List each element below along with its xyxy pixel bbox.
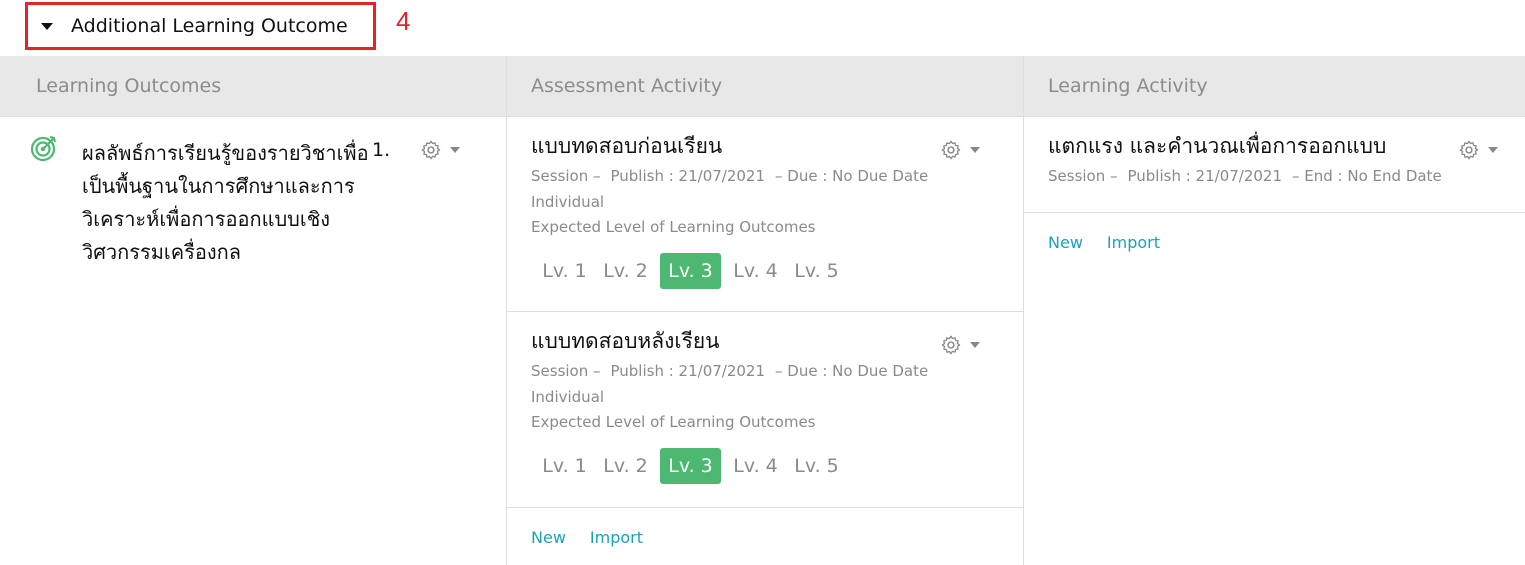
level-1-button[interactable]: Lv. 1 <box>538 448 591 484</box>
end-date: – End : No End Date <box>1292 167 1442 185</box>
import-learning-activity-link[interactable]: Import <box>1107 233 1160 252</box>
assessment-title: แบบทดสอบหลังเรียน <box>531 329 720 353</box>
chevron-down-icon <box>970 147 980 153</box>
publish-date: Publish : 21/07/2021 <box>1127 167 1283 185</box>
level-selector: Lv. 1 Lv. 2 Lv. 3 Lv. 4 Lv. 5 <box>538 252 999 295</box>
session-text: Session – <box>1048 167 1118 185</box>
learning-outcome-settings-button[interactable] <box>420 139 460 161</box>
learning-activity-column: Learning Activity แตกแรง และคำนวณเพื่อกา… <box>1024 56 1525 565</box>
publish-date: Publish : 21/07/2021 <box>610 167 766 185</box>
chevron-down-icon <box>1488 147 1498 153</box>
learning-outcome-text: ผลลัพธ์การเรียนรู้ของรายวิชาเพื่อเป็นพื้… <box>82 141 369 264</box>
assessment-meta: Session – Publish : 21/07/2021 – Due : N… <box>531 359 999 436</box>
chevron-down-icon <box>450 147 460 153</box>
assessment-actions: New Import <box>507 508 1023 547</box>
assessment-settings-button[interactable] <box>940 334 980 356</box>
level-4-button[interactable]: Lv. 4 <box>729 448 782 484</box>
level-3-button[interactable]: Lv. 3 <box>660 252 721 289</box>
session-text: Session – <box>531 167 601 185</box>
learning-activity-settings-button[interactable] <box>1458 139 1498 161</box>
gear-icon <box>941 335 961 355</box>
level-2-button[interactable]: Lv. 2 <box>599 448 652 484</box>
learning-activity-header: Learning Activity <box>1024 56 1525 117</box>
assessment-type: Individual <box>531 192 605 211</box>
expected-level-label: Expected Level of Learning Outcomes <box>531 413 816 431</box>
learning-outcomes-header: Learning Outcomes <box>0 56 506 117</box>
publish-date: Publish : 21/07/2021 <box>610 362 766 380</box>
assessment-activity-column: Assessment Activity แบบทดสอบก่อนเรียน Se… <box>507 56 1024 565</box>
gear-icon <box>1459 140 1479 160</box>
assessment-settings-button[interactable] <box>940 139 980 161</box>
due-date: – Due : No Due Date <box>775 362 929 380</box>
assessment-title: แบบทดสอบก่อนเรียน <box>531 134 723 158</box>
session-text: Session – <box>531 362 601 380</box>
due-date: – Due : No Due Date <box>775 167 929 185</box>
assessment-activity-header: Assessment Activity <box>507 56 1023 117</box>
level-2-button[interactable]: Lv. 2 <box>599 253 652 289</box>
expected-level-label: Expected Level of Learning Outcomes <box>531 218 816 236</box>
gear-icon <box>421 140 441 160</box>
columns-container: Learning Outcomes ผลลัพธ์การเรียนรู้ของร… <box>0 56 1525 565</box>
level-4-button[interactable]: Lv. 4 <box>729 253 782 289</box>
assessment-meta: Session – Publish : 21/07/2021 – Due : N… <box>531 164 999 241</box>
assessment-card: แบบทดสอบก่อนเรียน Session – Publish : 21… <box>507 117 1023 312</box>
learning-outcome-number: 1. <box>372 139 391 161</box>
learning-outcome-item: ผลลัพธ์การเรียนรู้ของรายวิชาเพื่อเป็นพื้… <box>0 117 506 269</box>
assessment-type: Individual <box>531 387 605 406</box>
import-assessment-link[interactable]: Import <box>590 528 643 547</box>
new-assessment-link[interactable]: New <box>531 528 566 547</box>
gear-icon <box>941 140 961 160</box>
learning-outcomes-column: Learning Outcomes ผลลัพธ์การเรียนรู้ของร… <box>0 56 507 565</box>
annotation-number: 4 <box>396 6 411 36</box>
new-learning-activity-link[interactable]: New <box>1048 233 1083 252</box>
learning-activity-meta: Session – Publish : 21/07/2021 – End : N… <box>1048 164 1501 190</box>
level-5-button[interactable]: Lv. 5 <box>790 448 843 484</box>
target-icon <box>30 136 56 162</box>
level-1-button[interactable]: Lv. 1 <box>538 253 591 289</box>
learning-activity-card: แตกแรง และคำนวณเพื่อการออกแบบ Session – … <box>1024 117 1525 213</box>
level-5-button[interactable]: Lv. 5 <box>790 253 843 289</box>
assessment-card: แบบทดสอบหลังเรียน Session – Publish : 21… <box>507 312 1023 508</box>
caret-down-icon <box>41 22 53 30</box>
learning-activity-actions: New Import <box>1024 213 1525 252</box>
section-title: Additional Learning Outcome <box>71 15 348 37</box>
chevron-down-icon <box>970 342 980 348</box>
additional-learning-outcome-toggle[interactable]: Additional Learning Outcome <box>25 2 376 50</box>
level-selector: Lv. 1 Lv. 2 Lv. 3 Lv. 4 Lv. 5 <box>538 447 999 490</box>
learning-activity-title: แตกแรง และคำนวณเพื่อการออกแบบ <box>1048 134 1387 158</box>
level-3-button[interactable]: Lv. 3 <box>660 447 721 484</box>
